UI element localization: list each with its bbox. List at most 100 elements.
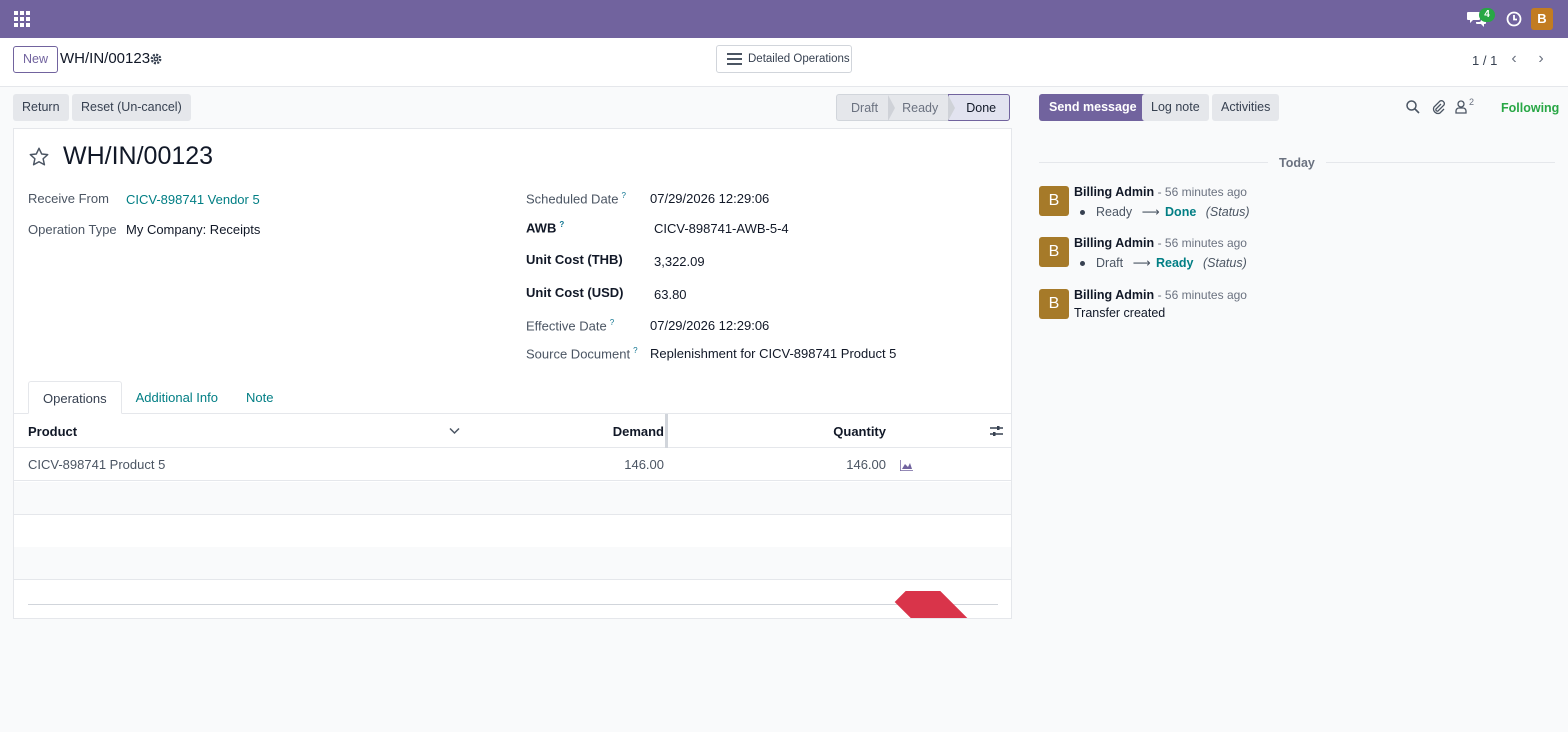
old-value: Draft	[1096, 256, 1124, 270]
scheduled-date-label: Scheduled Date?	[526, 191, 626, 206]
author-name[interactable]: Billing Admin	[1074, 185, 1154, 199]
source-document-value[interactable]: Replenishment for CICV-898741 Product 5	[650, 346, 896, 361]
author-name[interactable]: Billing Admin	[1074, 288, 1154, 302]
arrow-right-icon: ⟶	[1141, 205, 1160, 219]
breadcrumb-title: WH/IN/00123	[60, 50, 151, 67]
search-icon[interactable]	[1405, 99, 1421, 115]
scheduled-date-value[interactable]: 07/29/2026 12:29:06	[650, 191, 769, 206]
field-name: (Status)	[1205, 205, 1250, 219]
field-name: (Status)	[1203, 256, 1247, 270]
row-product: CICV-898741 Product 5	[28, 457, 166, 472]
column-product[interactable]: Product	[28, 424, 77, 439]
message-author: Billing Admin - 56 minutes ago	[1074, 185, 1247, 199]
message-author: Billing Admin - 56 minutes ago	[1074, 236, 1247, 250]
source-document-label: Source Document?	[526, 346, 638, 361]
table-row-empty	[14, 515, 1011, 548]
reset-uncancel-button[interactable]: Reset (Un-cancel)	[72, 94, 191, 121]
help-icon[interactable]: ?	[633, 346, 637, 355]
awb-label: AWB?	[526, 220, 564, 235]
followers-icon[interactable]	[1453, 99, 1469, 115]
receive-from-label: Receive From	[28, 191, 109, 206]
cancelled-ribbon: CANCELLED	[889, 591, 1011, 618]
avatar[interactable]: B	[1039, 237, 1069, 267]
top-navbar: 4 B	[0, 0, 1568, 38]
list-icon	[727, 53, 742, 65]
activities-button[interactable]: Activities	[1212, 94, 1280, 121]
unit-cost-usd-value[interactable]: 63.80	[654, 287, 687, 302]
table-row[interactable]: CICV-898741 Product 5 146.00 146.00	[14, 448, 1011, 481]
help-icon[interactable]: ?	[610, 318, 614, 327]
new-value: Done	[1165, 205, 1197, 219]
paperclip-icon[interactable]	[1430, 99, 1446, 115]
label-text: Scheduled Date	[526, 191, 619, 207]
notebook-tabs: Operations Additional Info Note	[28, 381, 287, 414]
row-quantity: 146.00	[846, 457, 886, 472]
label-text: Source Document	[526, 346, 631, 362]
tab-additional-info[interactable]: Additional Info	[122, 381, 232, 414]
date-divider	[1039, 162, 1268, 163]
form-sheet: WH/IN/00123 Receive From CICV-898741 Ven…	[13, 128, 1012, 619]
column-demand[interactable]: Demand	[613, 424, 664, 439]
followers-count: 2	[1469, 97, 1475, 107]
chevron-right-icon: ›	[1538, 50, 1544, 67]
stage-draft[interactable]: Draft	[836, 94, 896, 121]
stage-label: Ready	[902, 101, 939, 115]
pager-value[interactable]: 1 / 1	[1472, 53, 1497, 68]
date-separator: Today	[1279, 156, 1315, 170]
apps-menu-icon[interactable]	[14, 11, 30, 27]
new-value: Ready	[1155, 256, 1194, 270]
send-message-button[interactable]: Send message	[1039, 94, 1147, 121]
new-button[interactable]: New	[13, 46, 59, 73]
log-note-button[interactable]: Log note	[1142, 94, 1209, 121]
stage-ready[interactable]: Ready	[888, 94, 956, 121]
arrow-right-icon: ⟶	[1132, 256, 1151, 270]
control-panel: New WH/IN/00123 Detailed Operations 1 / …	[0, 38, 1568, 87]
chevron-down-icon[interactable]	[449, 427, 460, 435]
message-time: - 56 minutes ago	[1157, 185, 1247, 199]
old-value: Ready	[1096, 205, 1133, 219]
forecast-chart-icon[interactable]	[900, 460, 913, 471]
pager-next-button[interactable]: ›	[1529, 47, 1553, 71]
table-row-empty	[14, 547, 1011, 580]
detailed-operations-button[interactable]: Detailed Operations	[716, 45, 852, 73]
unit-cost-thb-label: Unit Cost (THB)	[526, 252, 623, 267]
avatar[interactable]: B	[1039, 186, 1069, 216]
messages-count-badge: 4	[1479, 8, 1495, 22]
table-footer-line	[28, 604, 998, 605]
tab-operations[interactable]: Operations	[28, 381, 122, 414]
avatar[interactable]: B	[1039, 289, 1069, 319]
awb-value[interactable]: CICV-898741-AWB-5-4	[654, 221, 789, 236]
ribbon-label: CANCELLED	[894, 591, 1011, 618]
activity-clock-icon[interactable]	[1506, 11, 1522, 27]
stage-label: Draft	[851, 101, 879, 115]
help-icon[interactable]: ?	[622, 191, 626, 200]
help-icon[interactable]: ?	[559, 220, 564, 229]
message-time: - 56 minutes ago	[1157, 288, 1247, 302]
date-divider	[1326, 162, 1555, 163]
star-icon[interactable]	[28, 146, 50, 168]
optional-columns-icon[interactable]	[990, 425, 1003, 437]
stage-done[interactable]: Done	[948, 94, 1011, 121]
gear-icon[interactable]	[150, 53, 162, 65]
effective-date-value[interactable]: 07/29/2026 12:29:06	[650, 318, 769, 333]
operation-type-label: Operation Type	[28, 222, 117, 237]
following-button[interactable]: Following	[1501, 101, 1559, 115]
effective-date-label: Effective Date?	[526, 318, 614, 333]
status-bar: Draft Ready Done	[836, 94, 1011, 121]
user-avatar[interactable]: B	[1531, 8, 1553, 30]
column-quantity[interactable]: Quantity	[833, 424, 886, 439]
column-resize-handle[interactable]	[665, 414, 668, 448]
unit-cost-thb-value[interactable]: 3,322.09	[654, 254, 705, 269]
operation-type-value[interactable]: My Company: Receipts	[126, 222, 260, 237]
record-title: WH/IN/00123	[63, 142, 214, 170]
label-text: Effective Date	[526, 318, 607, 334]
row-demand: 146.00	[624, 457, 664, 472]
table-row-empty	[14, 482, 1011, 515]
author-name[interactable]: Billing Admin	[1074, 236, 1154, 250]
receive-from-value[interactable]: CICV-898741 Vendor 5	[126, 192, 260, 207]
tab-note[interactable]: Note	[232, 381, 287, 414]
detailed-operations-label: Detailed Operations	[748, 53, 850, 65]
pager-previous-button[interactable]: ‹	[1502, 47, 1526, 71]
return-button[interactable]: Return	[13, 94, 69, 121]
message-time: - 56 minutes ago	[1157, 236, 1247, 250]
